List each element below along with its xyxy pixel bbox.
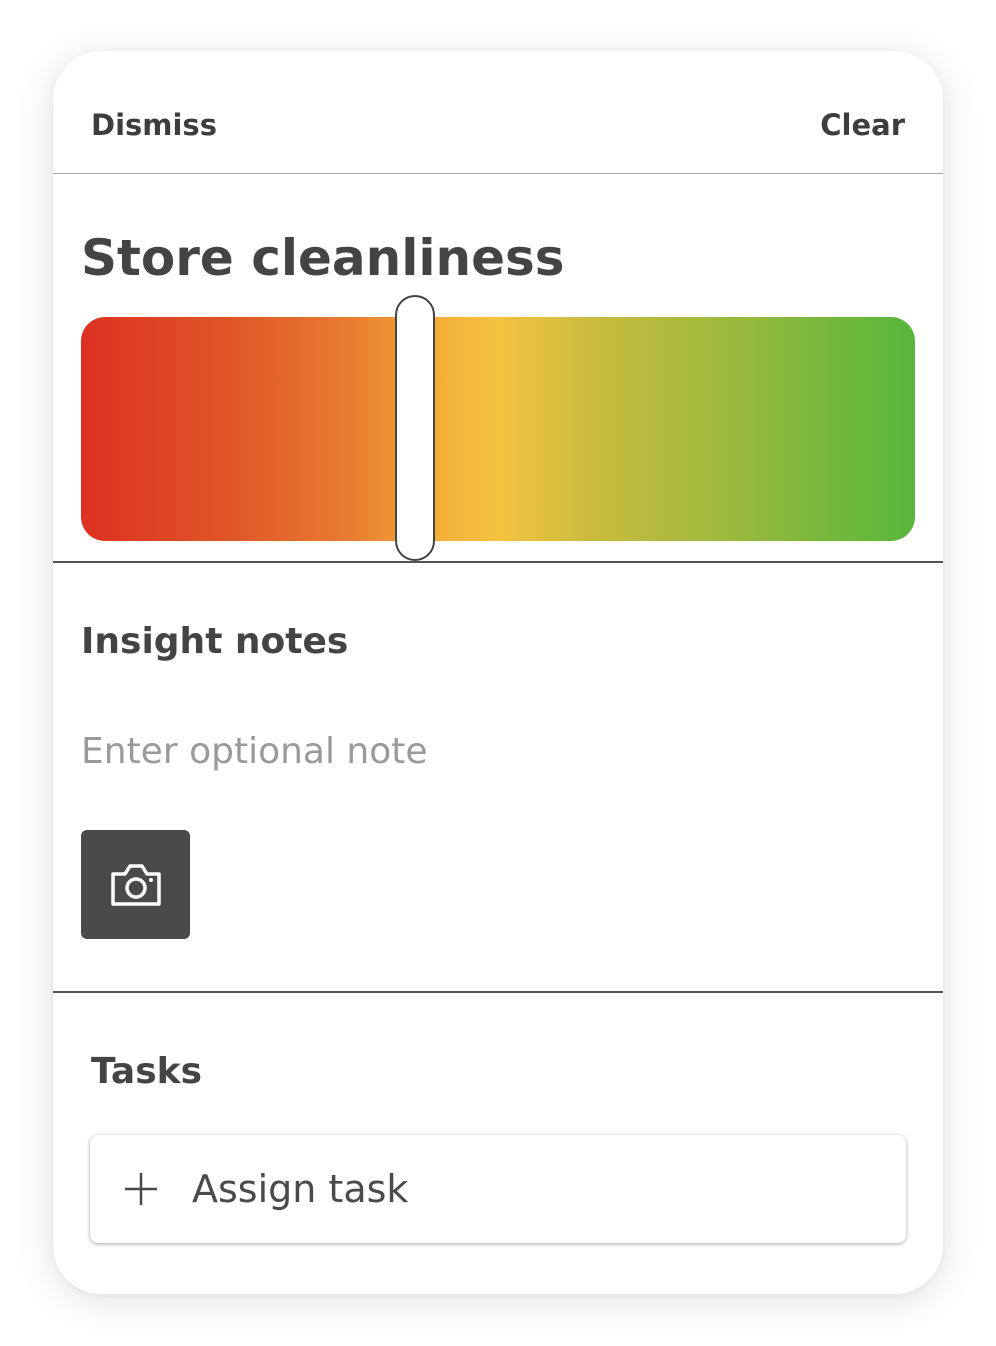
card-header: Dismiss Clear [53, 51, 943, 174]
assign-task-button[interactable]: Assign task [90, 1135, 906, 1243]
tasks-title: Tasks [91, 1051, 203, 1092]
rating-slider-track[interactable] [81, 317, 915, 541]
camera-icon [110, 863, 161, 906]
section-divider [53, 561, 943, 563]
clear-button[interactable]: Clear [820, 108, 905, 142]
insight-card: Dismiss Clear Store cleanliness Insight … [53, 51, 943, 1294]
plus-icon [125, 1173, 157, 1205]
notes-title: Insight notes [81, 621, 349, 662]
assign-task-label: Assign task [192, 1167, 409, 1211]
note-input[interactable] [81, 721, 911, 781]
section-divider [53, 991, 943, 993]
dismiss-button[interactable]: Dismiss [91, 108, 217, 142]
rating-slider-handle[interactable] [394, 295, 435, 561]
rating-title: Store cleanliness [81, 229, 565, 287]
camera-button[interactable] [81, 830, 190, 939]
